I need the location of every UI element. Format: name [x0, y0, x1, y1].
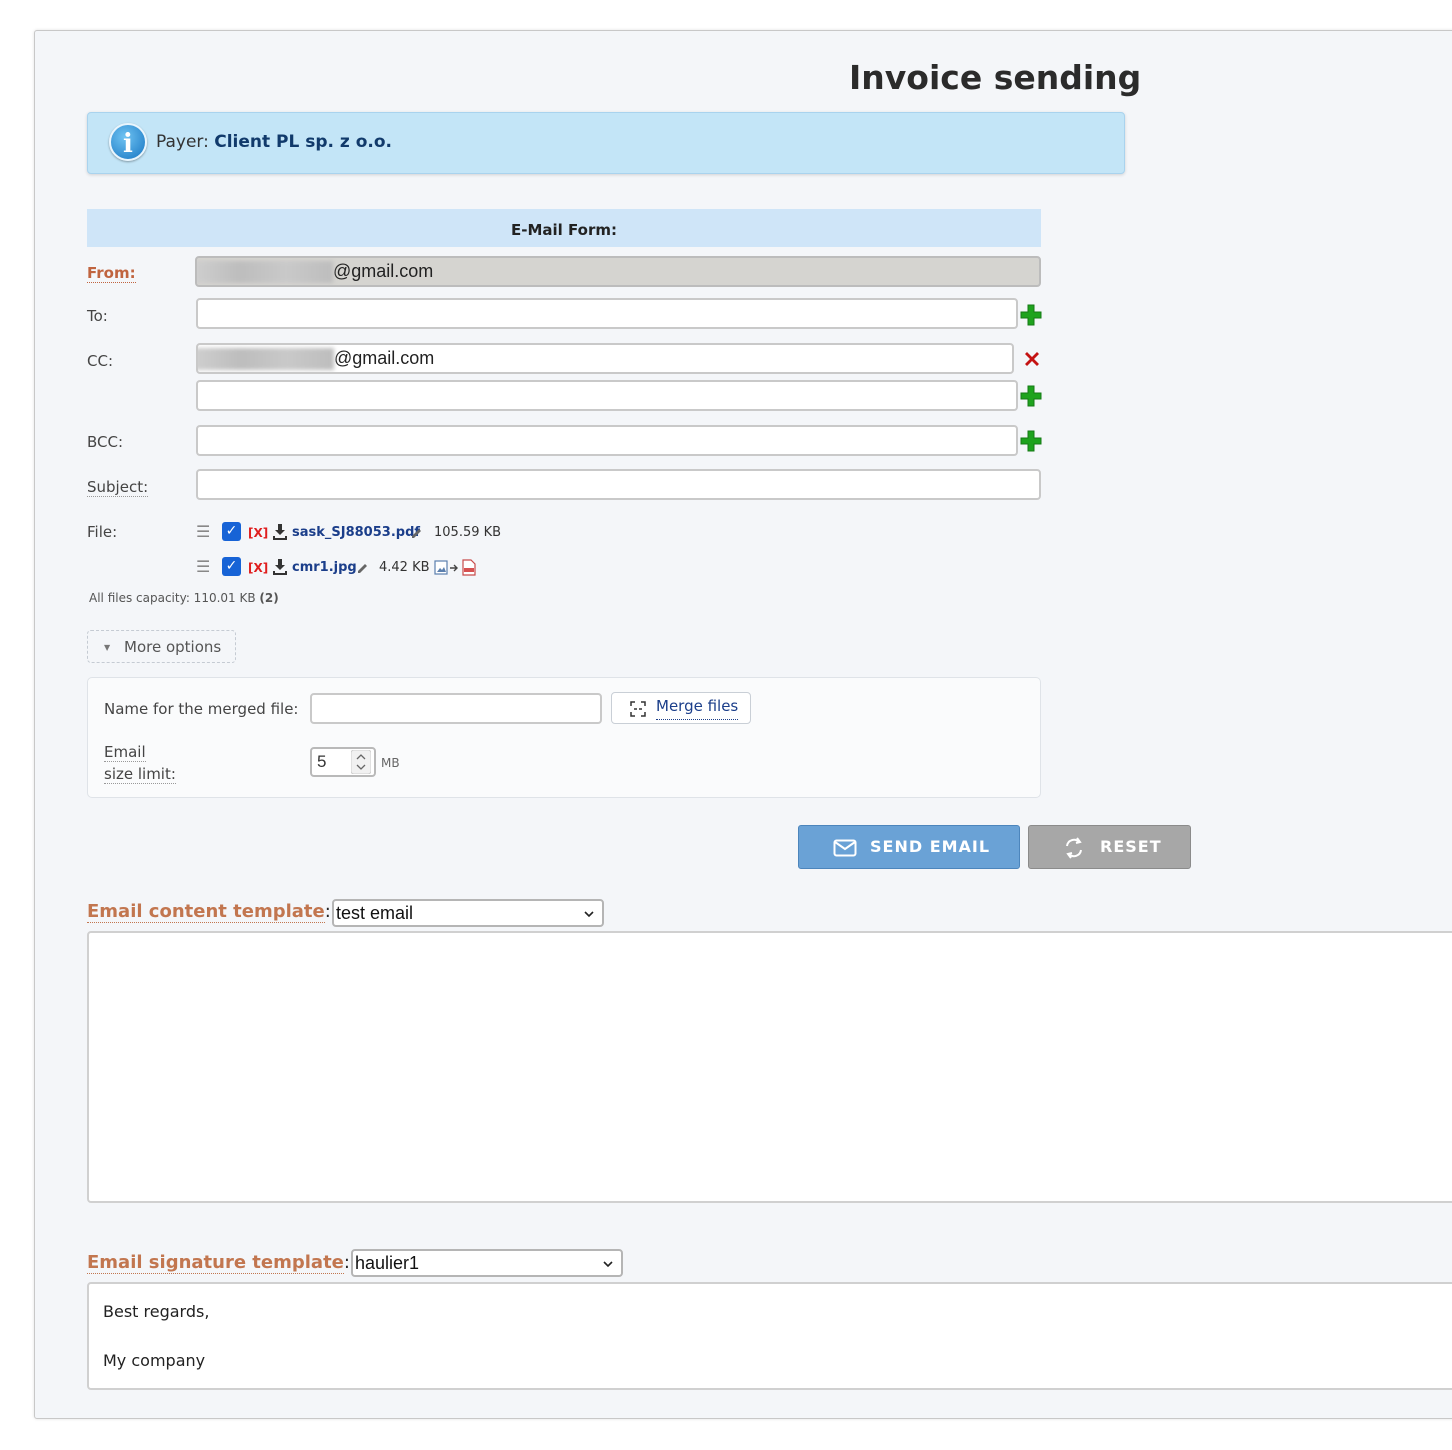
- signature-template-row: Email signature template:: [87, 1252, 350, 1274]
- size-limit-unit: MB: [381, 756, 400, 770]
- file-size: 105.59 KB: [434, 525, 502, 540]
- files-capacity: All files capacity: 110.01 KB (2): [89, 591, 279, 605]
- capacity-count: (2): [259, 591, 279, 605]
- chevron-down-icon: [603, 1261, 613, 1268]
- colon: :: [324, 901, 331, 922]
- size-limit-spinner[interactable]: 5: [310, 747, 376, 777]
- payer-line: Payer: Client PL sp. z o.o.: [156, 132, 392, 152]
- cc-input[interactable]: @gmail.com: [196, 343, 1014, 374]
- email-content-editor[interactable]: [87, 931, 1452, 1203]
- chevron-down-icon: [584, 911, 594, 918]
- pencil-icon[interactable]: [411, 526, 424, 539]
- add-bcc-plus-icon[interactable]: [1020, 430, 1042, 452]
- image-to-pdf-icon[interactable]: [434, 559, 478, 576]
- size-limit-value: 5: [317, 752, 327, 771]
- merge-files-button[interactable]: Merge files: [611, 692, 751, 724]
- spinner-arrows-icon[interactable]: [351, 750, 371, 774]
- capacity-label: All files capacity: 110.01 KB: [89, 591, 256, 605]
- to-input[interactable]: [196, 298, 1018, 329]
- file-checkbox[interactable]: ✓: [222, 557, 241, 576]
- more-options-toggle[interactable]: ▼ More options: [87, 630, 236, 663]
- signature-line-1: Best regards,: [103, 1302, 210, 1321]
- merged-name-label: Name for the merged file:: [104, 700, 299, 718]
- file-size: 4.42 KB: [379, 560, 430, 575]
- content-template-label: Email content template: [87, 901, 325, 923]
- merged-name-input[interactable]: [310, 693, 602, 724]
- merge-icon: [630, 701, 646, 717]
- page-title: Invoice sending: [849, 58, 1142, 97]
- refresh-icon: [1066, 837, 1082, 859]
- content-template-selected: test email: [336, 903, 414, 923]
- subject-label: Subject:: [87, 478, 149, 497]
- drag-handle-icon[interactable]: ☰: [196, 522, 210, 541]
- payer-label: Payer:: [156, 132, 209, 152]
- content-template-row: Email content template:: [87, 901, 331, 923]
- remove-cc-icon[interactable]: [1023, 350, 1041, 368]
- size-limit-label-2: size limit:: [104, 765, 176, 784]
- reset-label: RESET: [1100, 837, 1162, 856]
- remove-file-link[interactable]: [X]: [248, 561, 268, 575]
- drag-handle-icon[interactable]: ☰: [196, 557, 210, 576]
- email-signature-editor[interactable]: Best regards, My company: [87, 1282, 1452, 1390]
- download-icon[interactable]: [272, 558, 288, 575]
- signature-line-2: My company: [103, 1351, 206, 1370]
- pencil-icon[interactable]: [357, 561, 370, 574]
- merge-files-label: Merge files: [656, 693, 739, 720]
- envelope-icon: [833, 839, 857, 857]
- signature-template-label: Email signature template: [87, 1252, 344, 1274]
- add-to-plus-icon[interactable]: [1020, 304, 1042, 326]
- add-cc-plus-icon[interactable]: [1020, 385, 1042, 407]
- size-limit-label-1: Email: [104, 743, 146, 762]
- content-template-select[interactable]: test email: [332, 899, 604, 927]
- more-options-label: More options: [124, 638, 222, 656]
- payer-name: Client PL sp. z o.o.: [214, 132, 393, 152]
- triangle-down-icon: ▼: [104, 643, 111, 652]
- remove-file-link[interactable]: [X]: [248, 526, 268, 540]
- file-name-link[interactable]: sask_SJ88053.pdf: [292, 525, 420, 540]
- from-field: @gmail.com: [195, 256, 1041, 287]
- bcc-label: BCC:: [87, 433, 124, 451]
- bcc-input[interactable]: [196, 425, 1018, 456]
- redacted-text: [197, 261, 333, 284]
- reset-button[interactable]: RESET: [1028, 825, 1191, 869]
- file-label: File:: [87, 523, 118, 541]
- signature-template-selected: haulier1: [355, 1253, 420, 1273]
- send-email-button[interactable]: SEND EMAIL: [798, 825, 1020, 869]
- from-label: From:: [87, 264, 136, 283]
- file-name-link[interactable]: cmr1.jpg: [292, 560, 357, 575]
- email-form-heading: E-Mail Form:: [87, 209, 1041, 247]
- signature-template-select[interactable]: haulier1: [351, 1249, 623, 1277]
- download-icon[interactable]: [272, 523, 288, 540]
- info-icon: i: [109, 123, 147, 161]
- send-email-label: SEND EMAIL: [870, 837, 991, 856]
- cc-label: CC:: [87, 352, 114, 370]
- cc-input-2[interactable]: [196, 380, 1018, 411]
- to-label: To:: [87, 307, 108, 325]
- from-value: @gmail.com: [333, 261, 434, 281]
- redacted-text: [198, 348, 334, 371]
- cc-value: @gmail.com: [334, 348, 435, 368]
- file-checkbox[interactable]: ✓: [222, 522, 241, 541]
- subject-input[interactable]: [196, 469, 1041, 500]
- colon: :: [343, 1252, 350, 1273]
